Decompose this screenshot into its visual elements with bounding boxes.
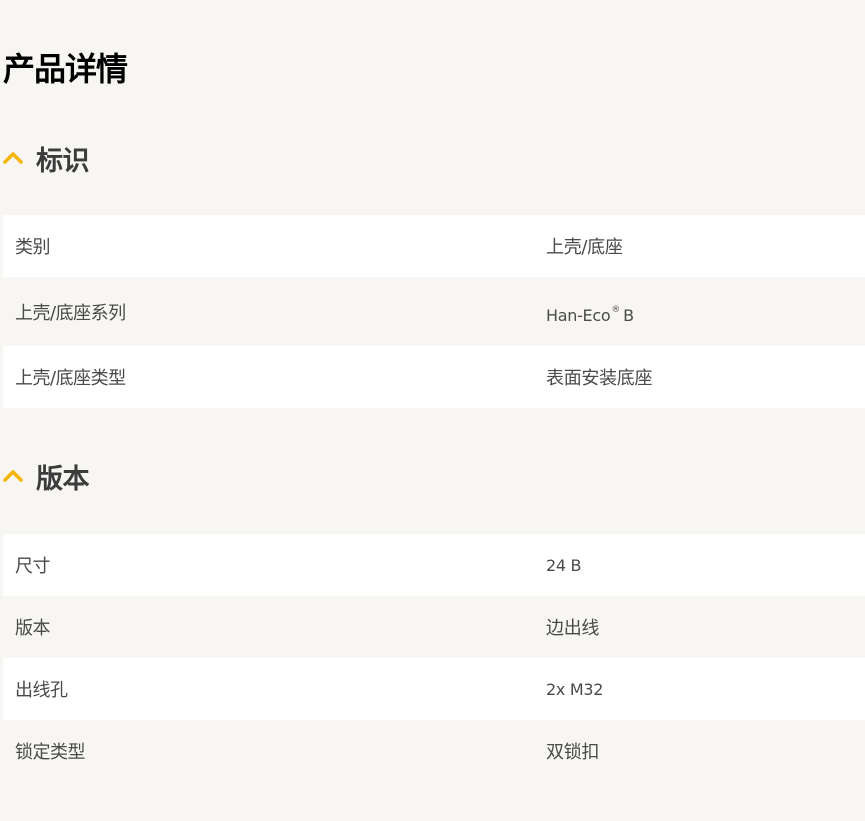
spec-value: 上壳/底座 <box>546 237 623 258</box>
spec-label: 上壳/底座系列 <box>15 302 126 324</box>
spec-value: 双锁扣 <box>546 742 600 763</box>
spec-label: 锁定类型 <box>15 742 86 763</box>
section-title: 标识 <box>36 145 90 177</box>
spec-label: 类别 <box>15 237 51 258</box>
spec-value-text: Han-Eco <box>546 305 611 325</box>
spec-label: 版本 <box>15 618 51 639</box>
table-row: 上壳/底座系列 Han-Eco® B <box>3 277 865 346</box>
page-title: 产品详情 <box>3 50 128 88</box>
spec-value: 2x M32 <box>546 679 604 699</box>
spec-label: 出线孔 <box>15 680 68 701</box>
spec-table-identification: 类别 上壳/底座 上壳/底座系列 Han-Eco® B 上壳/底座类型 表面安装底… <box>3 215 865 408</box>
spec-table-version: 尺寸 24 B 版本 边出线 出线孔 2x M32 锁定类型 双锁扣 <box>3 534 865 782</box>
table-row: 锁定类型 双锁扣 <box>3 720 865 782</box>
spec-value: 边出线 <box>546 618 600 639</box>
spec-value: 表面安装底座 <box>546 368 653 389</box>
spec-value: Han-Eco® B <box>546 299 865 325</box>
spec-value-suffix: B <box>623 305 634 325</box>
spec-value: 24 B <box>546 555 582 575</box>
section-title: 版本 <box>36 463 90 495</box>
table-row: 尺寸 24 B <box>3 534 865 596</box>
table-row: 版本 边出线 <box>3 596 865 658</box>
section-header-identification[interactable]: 标识 <box>3 138 90 178</box>
registered-mark: ® <box>611 304 621 315</box>
chevron-up-icon <box>3 470 23 482</box>
table-row: 出线孔 2x M32 <box>3 658 865 720</box>
section-header-version[interactable]: 版本 <box>3 456 90 496</box>
spec-label: 尺寸 <box>15 556 51 577</box>
spec-label: 上壳/底座类型 <box>15 368 126 389</box>
table-row: 上壳/底座类型 表面安装底座 <box>3 346 865 408</box>
chevron-up-icon <box>3 152 23 164</box>
table-row: 类别 上壳/底座 <box>3 215 865 277</box>
